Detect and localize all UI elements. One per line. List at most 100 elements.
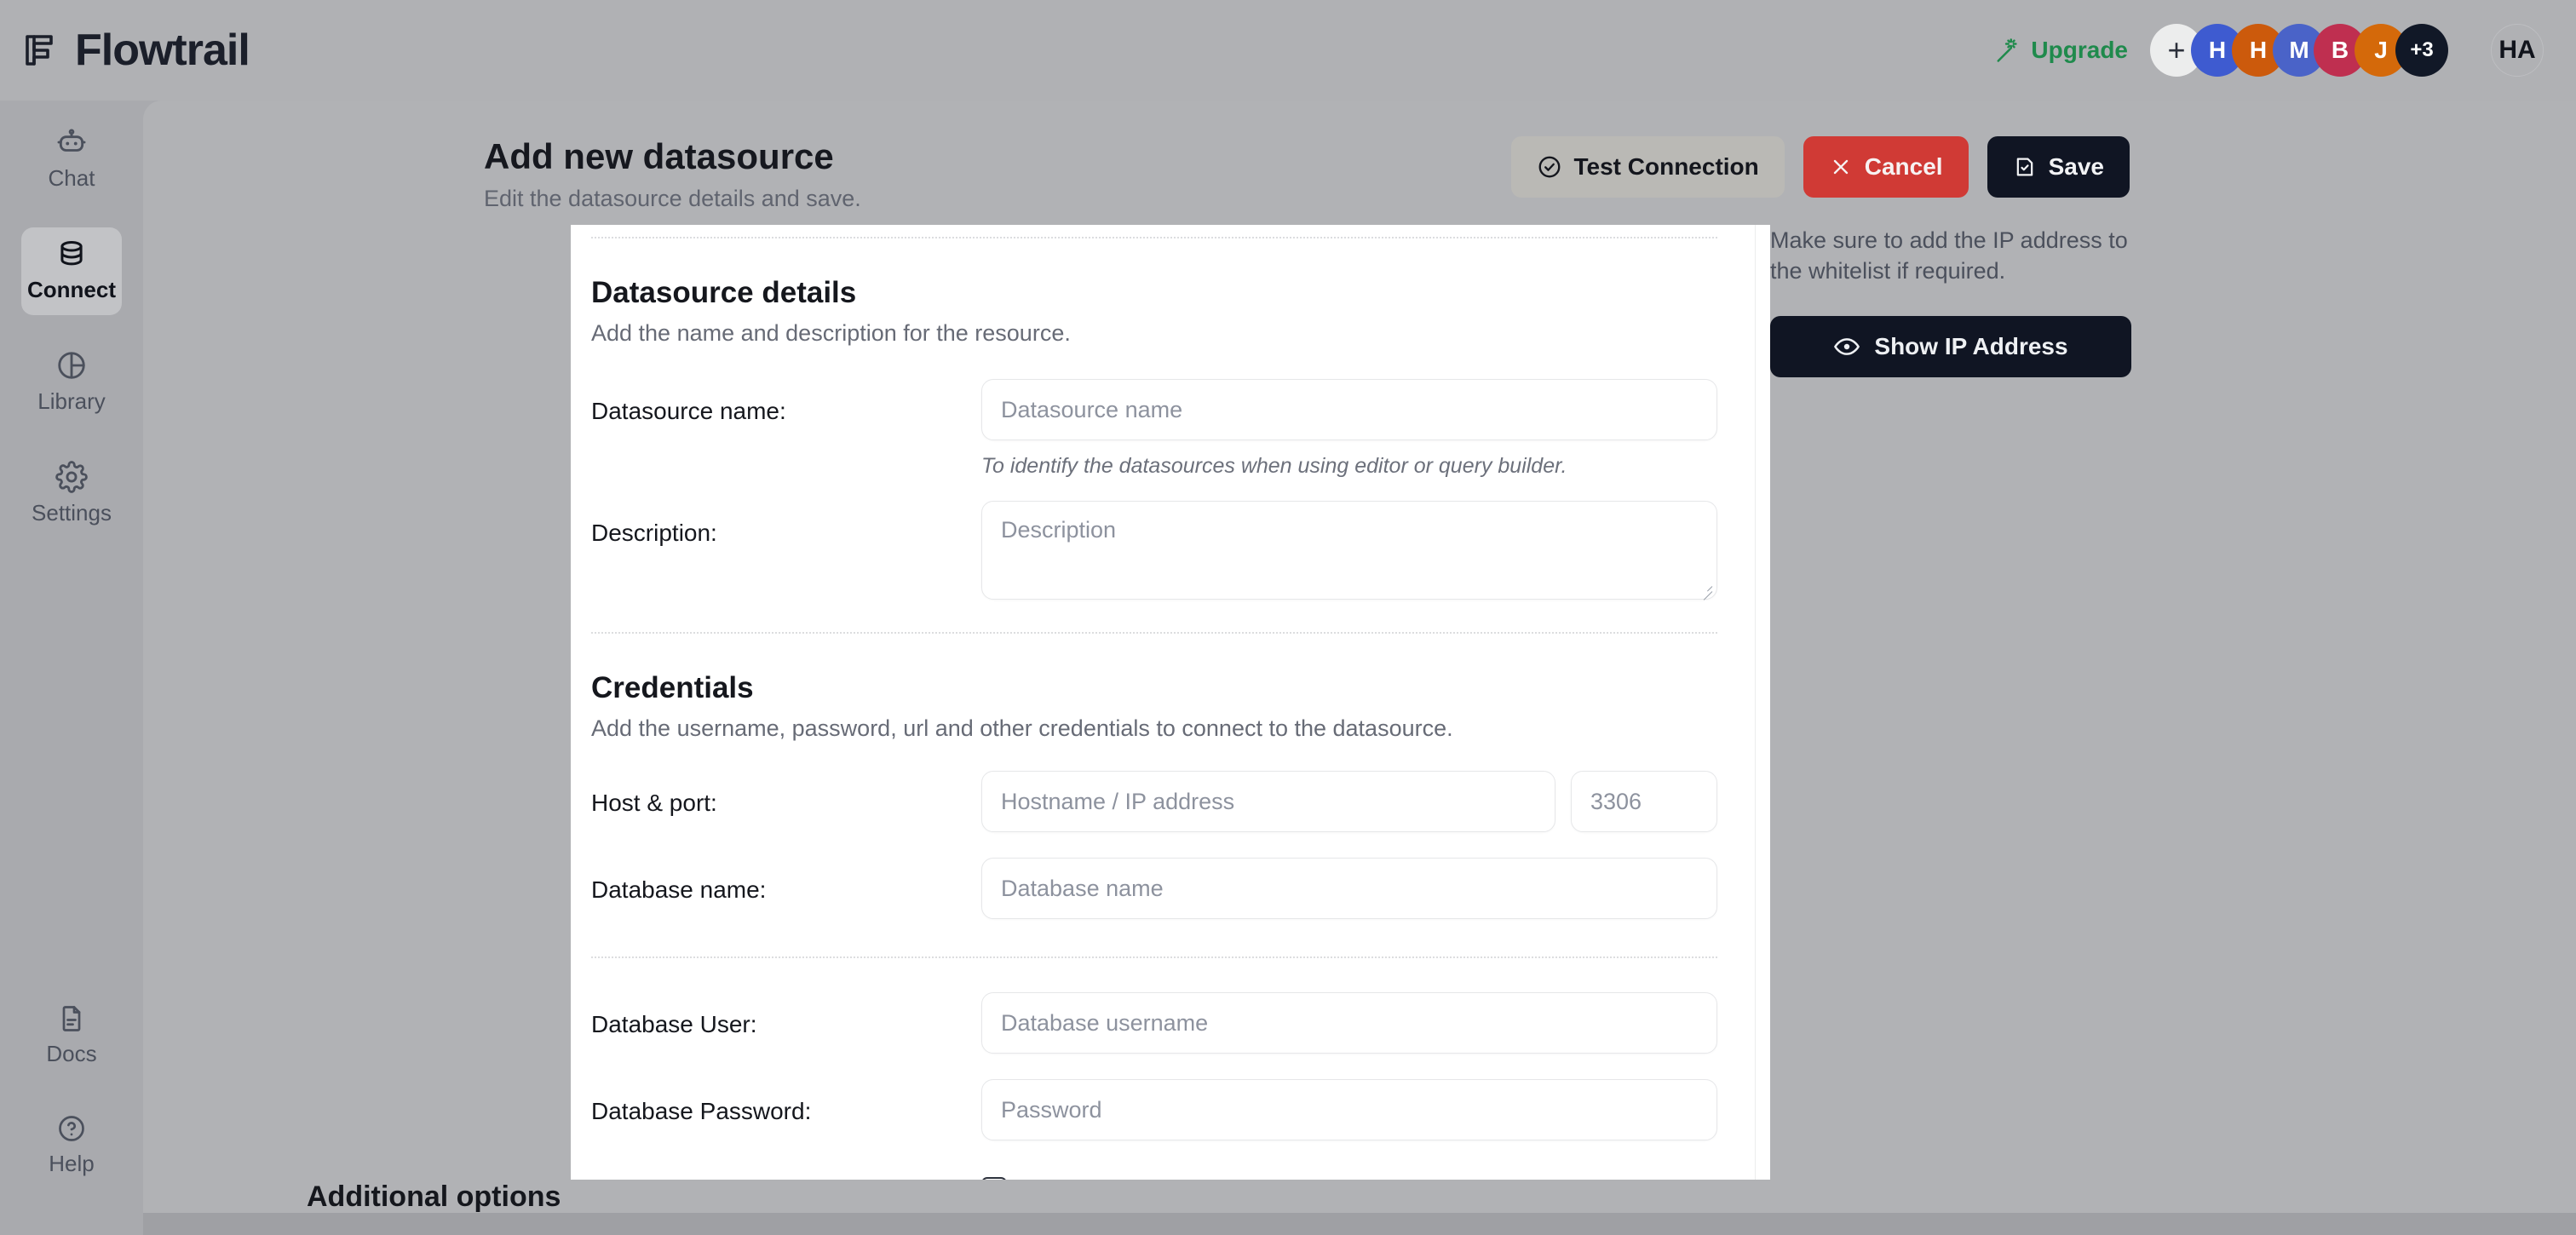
sidebar-item-library[interactable]: Library	[21, 339, 122, 427]
add-datasource-modal: Datasource details Add the name and desc…	[571, 225, 1770, 1180]
section-subtitle: Add the username, password, url and othe…	[591, 715, 1453, 741]
avatar-overflow-label: +3	[2410, 38, 2434, 61]
database-user-input[interactable]: Database username	[981, 992, 1717, 1054]
datasource-name-input[interactable]: Datasource name	[981, 379, 1717, 440]
datasource-name-row: Datasource name: Datasource name To iden…	[591, 379, 1717, 479]
save-label: Save	[2048, 153, 2104, 180]
magic-wand-icon	[1995, 37, 2021, 63]
sidebar-item-label: Docs	[46, 1041, 97, 1066]
avatar-initial: B	[2331, 37, 2349, 63]
show-ip-address-button[interactable]: Show IP Address	[1770, 315, 2131, 377]
avatar-group: + H H M B J +3	[2150, 24, 2448, 77]
check-circle-icon	[1537, 154, 1562, 180]
database-name-control: Database name	[981, 858, 1717, 919]
page-footer-bar	[143, 1213, 2576, 1235]
user-avatar[interactable]: HA	[2491, 24, 2544, 77]
document-icon	[56, 1003, 87, 1034]
flowtrail-logo-icon	[20, 30, 61, 71]
user-avatar-initials: HA	[2498, 36, 2536, 64]
description-textarea[interactable]: Description	[981, 501, 1717, 600]
use-ssl-tls-option[interactable]: Use SSL/TLS	[981, 1176, 1717, 1180]
test-connection-label: Test Connection	[1573, 153, 1759, 180]
divider	[591, 237, 1717, 238]
database-password-label: Database Password:	[591, 1098, 812, 1124]
close-icon	[1829, 155, 1853, 179]
description-placeholder: Description	[1001, 517, 1117, 543]
ip-whitelist-hint-text: Make sure to add the IP address to the w…	[1770, 227, 2128, 284]
sidebar-item-label: Library	[37, 388, 106, 414]
sidebar-item-label: Connect	[27, 277, 116, 302]
modal-scrollbar[interactable]	[1755, 225, 1770, 1180]
sidebar-item-settings[interactable]: Settings	[21, 451, 122, 538]
question-circle-icon	[56, 1113, 87, 1144]
robot-icon	[55, 126, 88, 158]
sidebar-item-docs[interactable]: Docs	[21, 993, 122, 1079]
database-user-label: Database User:	[591, 1011, 757, 1037]
avatar-initial: H	[2249, 37, 2268, 63]
advanced-options-control: Use SSL/TLS Enable SSH tunnel	[981, 1164, 1717, 1180]
description-control: Description	[981, 501, 1717, 600]
datasource-name-helper: To identify the datasources when using e…	[981, 454, 1567, 478]
page-title: Add new datasource	[484, 136, 834, 176]
test-connection-button[interactable]: Test Connection	[1510, 136, 1785, 198]
brand[interactable]: Flowtrail	[20, 25, 250, 76]
upgrade-button[interactable]: Upgrade	[1995, 37, 2128, 64]
credentials-section: Credentials Add the username, password, …	[591, 671, 1717, 742]
host-port-row: Host & port: Hostname / IP address 3306	[591, 771, 1717, 832]
description-row: Description: Description	[591, 501, 1717, 600]
upgrade-label: Upgrade	[2031, 37, 2128, 63]
sidebar-item-chat[interactable]: Chat	[21, 116, 122, 204]
section-title: Credentials	[591, 671, 754, 704]
pie-chart-icon	[55, 349, 88, 382]
database-icon	[55, 238, 88, 270]
save-disk-icon	[2013, 155, 2037, 179]
host-port-label: Host & port:	[591, 790, 717, 816]
database-password-input[interactable]: Password	[981, 1079, 1717, 1140]
database-password-control: Password	[981, 1079, 1717, 1140]
sidebar-item-connect[interactable]: Connect	[21, 227, 122, 315]
background-page-header: Add new datasource Edit the datasource d…	[143, 101, 2576, 212]
avatar-initial: M	[2289, 37, 2309, 63]
avatar-overflow-count[interactable]: +3	[2395, 24, 2448, 77]
gear-icon	[55, 461, 88, 493]
divider	[591, 632, 1717, 634]
sidebar-item-label: Help	[49, 1151, 95, 1176]
advanced-options-label: Advanced database options:	[591, 1164, 981, 1180]
sidebar-item-label: Settings	[32, 500, 112, 526]
database-name-row: Database name: Database name	[591, 858, 1717, 919]
database-password-row: Database Password: Password	[591, 1079, 1717, 1140]
top-bar: Flowtrail Upgrade + H H M B J +3 HA	[0, 0, 2576, 101]
modal-content: Datasource details Add the name and desc…	[571, 225, 1755, 1180]
eye-icon	[1833, 333, 1860, 360]
database-user-control: Database username	[981, 992, 1717, 1054]
resize-grip-icon[interactable]	[1697, 580, 1713, 600]
avatar-initial: H	[2208, 37, 2227, 63]
database-name-label: Database name:	[591, 876, 767, 903]
sidebar-item-help[interactable]: Help	[21, 1103, 122, 1211]
section-title: Datasource details	[591, 276, 857, 309]
ip-whitelist-hint-panel: Make sure to add the IP address to the w…	[1770, 225, 2153, 377]
sidebar-item-label: Chat	[48, 165, 95, 191]
hostname-input[interactable]: Hostname / IP address	[981, 771, 1555, 832]
database-name-input[interactable]: Database name	[981, 858, 1717, 919]
cancel-button[interactable]: Cancel	[1803, 136, 1969, 198]
modal-action-bar: Test Connection Cancel Save	[1510, 136, 2130, 198]
description-label: Description:	[591, 520, 717, 546]
host-port-control: Hostname / IP address 3306	[981, 771, 1717, 832]
additional-options-title: Additional options	[307, 1180, 561, 1213]
show-ip-address-label: Show IP Address	[1874, 332, 2068, 359]
datasource-name-control: Datasource name To identify the datasour…	[981, 379, 1717, 479]
port-input[interactable]: 3306	[1571, 771, 1717, 832]
datasource-name-label: Datasource name:	[591, 398, 786, 424]
sidebar: Chat Connect Library Settings Docs Help	[0, 101, 143, 1235]
save-button[interactable]: Save	[1987, 136, 2130, 198]
section-subtitle: Add the name and description for the res…	[591, 320, 1071, 346]
cancel-label: Cancel	[1864, 153, 1943, 180]
use-ssl-tls-label: Use SSL/TLS	[1021, 1176, 1160, 1180]
use-ssl-tls-checkbox[interactable]	[981, 1176, 1007, 1180]
divider	[591, 956, 1717, 958]
database-user-row: Database User: Database username	[591, 992, 1717, 1054]
page-subtitle: Edit the datasource details and save.	[484, 186, 861, 211]
datasource-details-section: Datasource details Add the name and desc…	[591, 276, 1717, 347]
top-bar-right: Upgrade + H H M B J +3 HA	[1995, 24, 2544, 77]
